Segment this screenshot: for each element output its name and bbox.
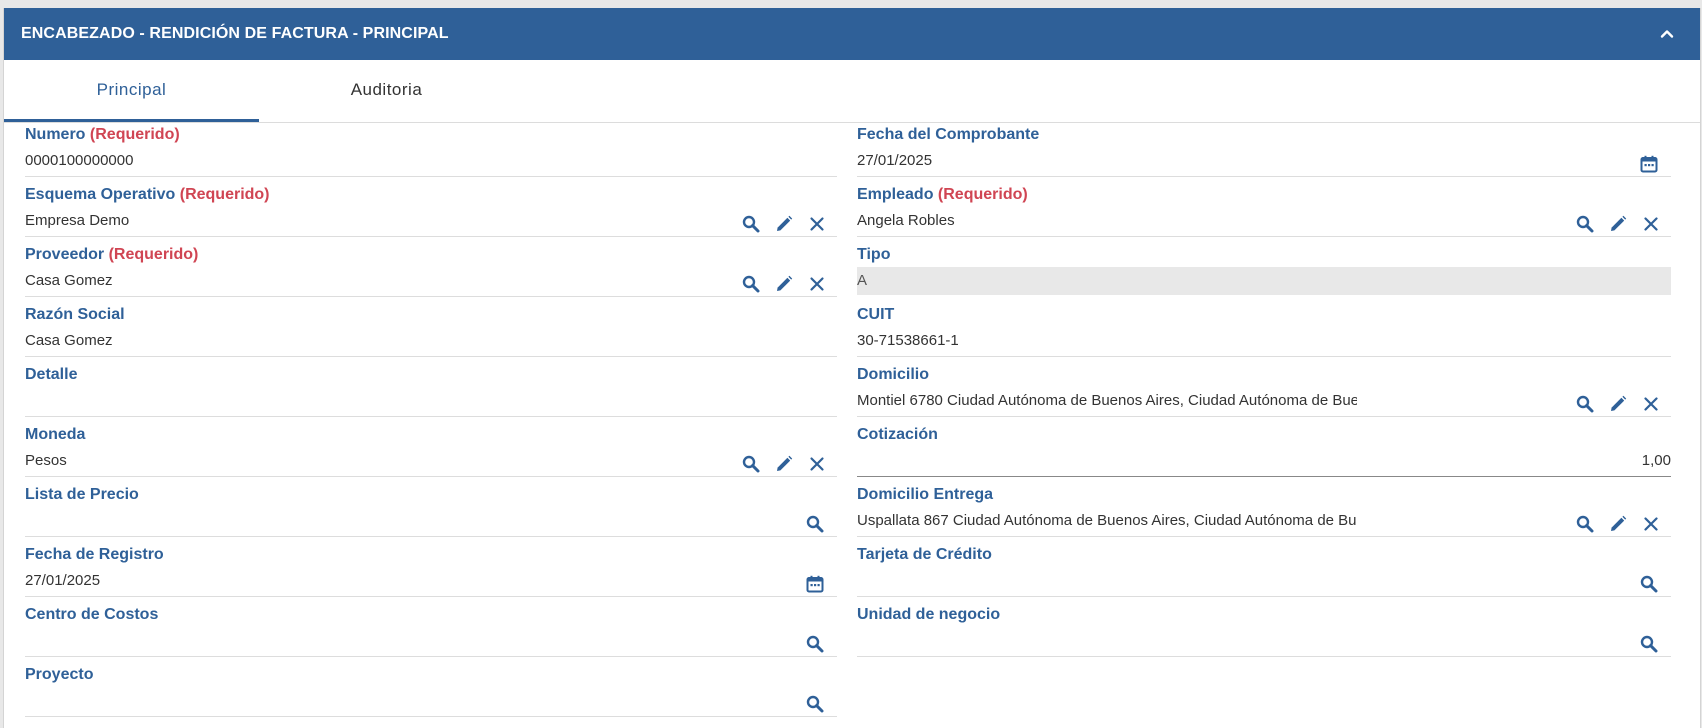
field-fecha-registro: Fecha de Registro 27/01/2025 xyxy=(25,542,837,597)
close-icon[interactable] xyxy=(807,274,827,294)
moneda-input[interactable]: Pesos xyxy=(25,452,67,469)
search-icon[interactable] xyxy=(1575,514,1595,534)
proyecto-label: Proyecto xyxy=(25,666,94,683)
required-mark: (Requerido) xyxy=(108,246,199,263)
fecha-comprobante-input[interactable]: 27/01/2025 xyxy=(857,152,932,169)
empleado-label: Empleado xyxy=(857,186,934,203)
tab-principal[interactable]: Principal xyxy=(4,60,259,122)
cotizacion-input[interactable]: 1,00 xyxy=(1642,452,1671,469)
field-fecha-comprobante: Fecha del Comprobante 27/01/2025 xyxy=(857,122,1671,177)
panel-header: ENCABEZADO - RENDICIÓN DE FACTURA - PRIN… xyxy=(4,8,1700,60)
field-proyecto: Proyecto xyxy=(25,662,837,717)
field-numero: Numero (Requerido) 0000100000000 xyxy=(25,122,837,177)
field-domicilio-entrega: Domicilio Entrega Uspallata 867 Ciudad A… xyxy=(857,482,1671,537)
search-icon[interactable] xyxy=(741,454,761,474)
domicilio-label: Domicilio xyxy=(857,366,930,383)
search-icon[interactable] xyxy=(1575,394,1595,414)
proveedor-input[interactable]: Casa Gomez xyxy=(25,272,113,289)
chevron-up-icon[interactable] xyxy=(1658,25,1676,43)
calendar-icon[interactable] xyxy=(1639,154,1659,174)
numero-label: Numero xyxy=(25,126,86,143)
pencil-icon[interactable] xyxy=(774,454,794,474)
fecha-comprobante-label: Fecha del Comprobante xyxy=(857,126,1040,143)
tipo-value: A xyxy=(857,272,868,289)
search-icon[interactable] xyxy=(1639,574,1659,594)
tab-bar: Principal Auditoria xyxy=(4,60,1700,123)
pencil-icon[interactable] xyxy=(774,274,794,294)
razon-social-input[interactable]: Casa Gomez xyxy=(25,332,113,349)
pencil-icon[interactable] xyxy=(1608,214,1628,234)
field-proveedor: Proveedor (Requerido) Casa Gomez xyxy=(25,242,837,297)
search-icon[interactable] xyxy=(805,634,825,654)
tipo-label: Tipo xyxy=(857,246,891,263)
domicilio-entrega-input[interactable]: Uspallata 867 Ciudad Autónoma de Buenos … xyxy=(857,512,1357,529)
tarjeta-credito-label: Tarjeta de Crédito xyxy=(857,546,992,563)
field-unidad-negocio: Unidad de negocio xyxy=(857,602,1671,657)
field-esquema-operativo: Esquema Operativo (Requerido) Empresa De… xyxy=(25,182,837,237)
field-domicilio: Domicilio Montiel 6780 Ciudad Autónoma d… xyxy=(857,362,1671,417)
field-tipo: Tipo A xyxy=(857,242,1671,296)
field-razon-social: Razón Social Casa Gomez xyxy=(25,302,837,357)
esquema-label: Esquema Operativo xyxy=(25,186,176,203)
field-cotizacion: Cotización 1,00 xyxy=(857,422,1671,477)
domicilio-input[interactable]: Montiel 6780 Ciudad Autónoma de Buenos A… xyxy=(857,392,1357,409)
fecha-registro-input[interactable]: 27/01/2025 xyxy=(25,572,100,589)
close-icon[interactable] xyxy=(1641,214,1661,234)
field-cuit: CUIT 30-71538661-1 xyxy=(857,302,1671,357)
search-icon[interactable] xyxy=(741,274,761,294)
empleado-input[interactable]: Angela Robles xyxy=(857,212,955,229)
search-icon[interactable] xyxy=(741,214,761,234)
field-moneda: Moneda Pesos xyxy=(25,422,837,477)
field-empleado: Empleado (Requerido) Angela Robles xyxy=(857,182,1671,237)
search-icon[interactable] xyxy=(1575,214,1595,234)
pencil-icon[interactable] xyxy=(774,214,794,234)
close-icon[interactable] xyxy=(1641,514,1661,534)
moneda-label: Moneda xyxy=(25,426,86,443)
unidad-negocio-label: Unidad de negocio xyxy=(857,606,1001,623)
pencil-icon[interactable] xyxy=(1608,514,1628,534)
search-icon[interactable] xyxy=(1639,634,1659,654)
fecha-registro-label: Fecha de Registro xyxy=(25,546,164,563)
close-icon[interactable] xyxy=(1641,394,1661,414)
centro-costos-label: Centro de Costos xyxy=(25,606,159,623)
detalle-label: Detalle xyxy=(25,366,78,383)
panel-title: ENCABEZADO - RENDICIÓN DE FACTURA - PRIN… xyxy=(21,25,449,42)
tipo-input: A xyxy=(857,267,1671,295)
search-icon[interactable] xyxy=(805,514,825,534)
required-mark: (Requerido) xyxy=(937,186,1028,203)
required-mark: (Requerido) xyxy=(179,186,270,203)
cuit-input[interactable]: 30-71538661-1 xyxy=(857,332,959,349)
cotizacion-label: Cotización xyxy=(857,426,938,443)
cuit-label: CUIT xyxy=(857,306,895,323)
lista-precio-label: Lista de Precio xyxy=(25,486,139,503)
invoice-header-panel: ENCABEZADO - RENDICIÓN DE FACTURA - PRIN… xyxy=(3,8,1701,728)
proveedor-label: Proveedor xyxy=(25,246,105,263)
close-icon[interactable] xyxy=(807,214,827,234)
calendar-icon[interactable] xyxy=(805,574,825,594)
razon-social-label: Razón Social xyxy=(25,306,125,323)
domicilio-entrega-label: Domicilio Entrega xyxy=(857,486,994,503)
esquema-input[interactable]: Empresa Demo xyxy=(25,212,129,229)
field-tarjeta-credito: Tarjeta de Crédito xyxy=(857,542,1671,597)
field-centro-costos: Centro de Costos xyxy=(25,602,837,657)
close-icon[interactable] xyxy=(807,454,827,474)
field-lista-precio: Lista de Precio xyxy=(25,482,837,537)
field-detalle: Detalle xyxy=(25,362,837,417)
pencil-icon[interactable] xyxy=(1608,394,1628,414)
required-mark: (Requerido) xyxy=(89,126,180,143)
tab-auditoria[interactable]: Auditoria xyxy=(259,60,514,120)
numero-input[interactable]: 0000100000000 xyxy=(25,152,133,169)
search-icon[interactable] xyxy=(805,694,825,714)
